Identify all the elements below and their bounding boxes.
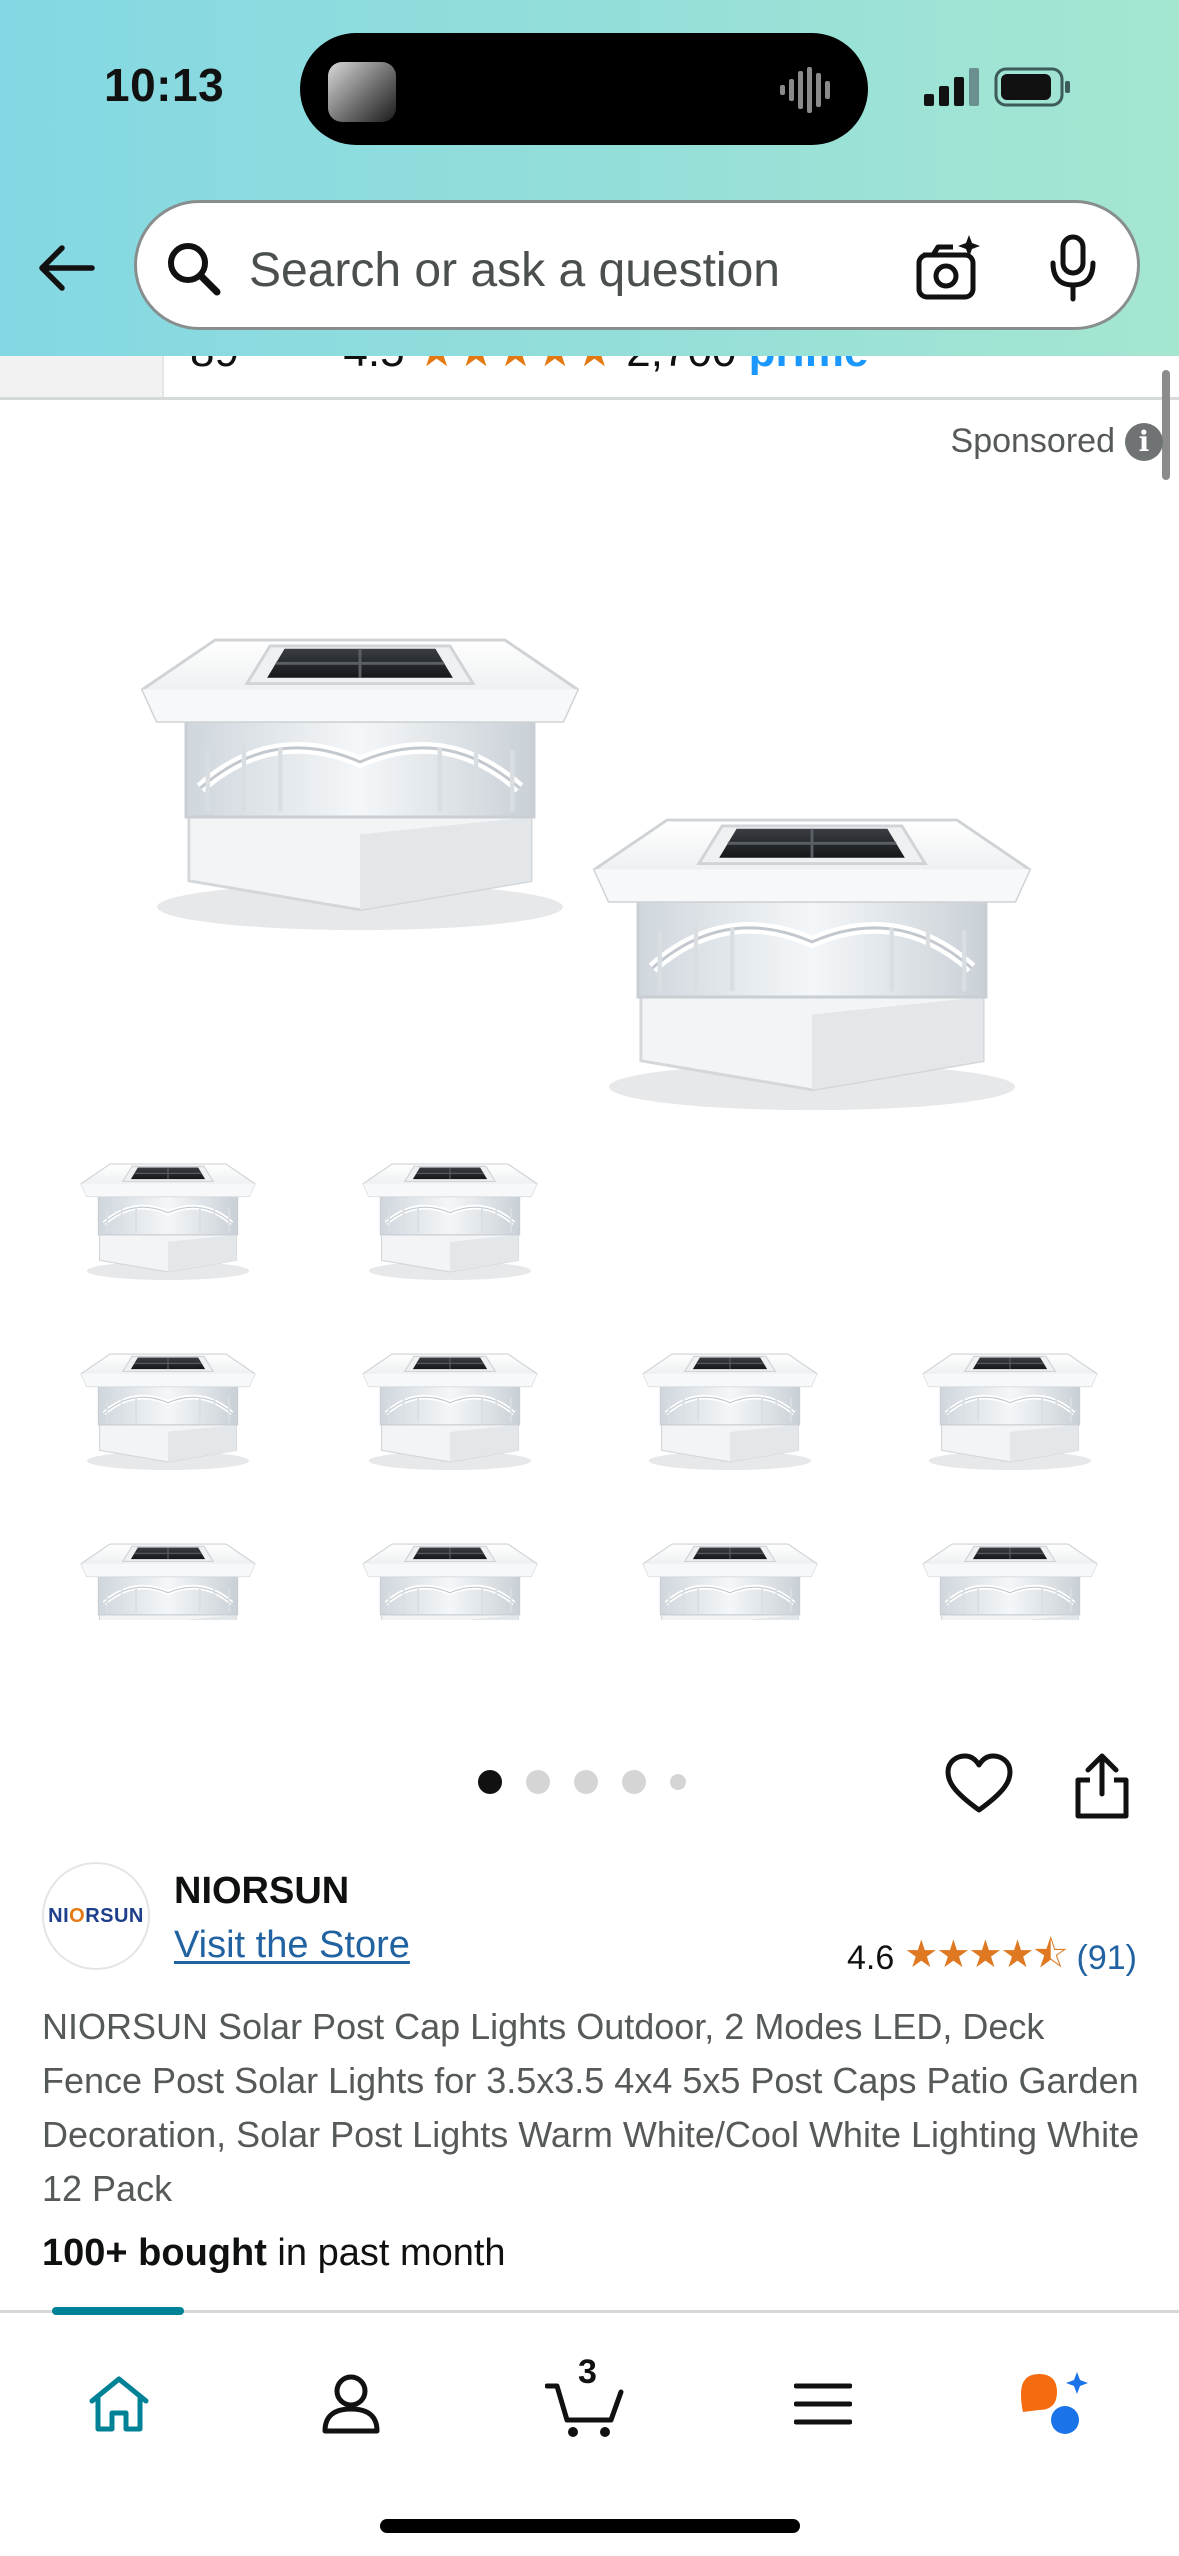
bought-count: 100+ bought (42, 2232, 267, 2274)
camera-lens-icon[interactable] (913, 233, 983, 303)
previous-result-reviews: 2,700 (626, 356, 736, 376)
brand-name: NIORSUN (174, 1870, 350, 1912)
microphone-icon[interactable] (1043, 233, 1103, 303)
tab-account[interactable] (306, 2359, 396, 2449)
app-header: 10:13 Search or ask a question (0, 0, 1179, 356)
cart-count: 3 (578, 2353, 597, 2391)
tab-rufus[interactable] (1010, 2359, 1100, 2449)
search-bar[interactable]: Search or ask a question (134, 200, 1140, 330)
previous-result-price: 89 (190, 356, 239, 376)
back-button[interactable] (30, 232, 102, 304)
info-icon[interactable]: i (1125, 422, 1163, 461)
user-icon (322, 2374, 380, 2434)
tab-menu[interactable] (778, 2359, 868, 2449)
rating-summary[interactable]: 4.6 ★★★★⯪ (91) (847, 1926, 1137, 1991)
back-arrow-icon (39, 245, 95, 291)
audio-waveform-icon (780, 67, 830, 113)
tab-cart[interactable]: 3 (542, 2353, 632, 2449)
now-playing-thumbnail (328, 62, 396, 122)
amazon-product-page: 10:13 Search or ask a question Sponsored… (0, 0, 1179, 2556)
previous-result-thumbnail (0, 356, 164, 397)
carousel-dot-4[interactable] (622, 1770, 646, 1794)
brand-logo[interactable]: NI O RSUN (42, 1862, 150, 1970)
hamburger-menu-icon (794, 2383, 852, 2425)
active-tab-indicator (52, 2307, 184, 2315)
status-time: 10:13 (104, 59, 225, 111)
brand-logo-o: O (69, 1904, 86, 1927)
rating-stars: ★★★★⯪ (904, 1934, 1068, 1976)
home-indicator[interactable] (380, 2519, 800, 2533)
carousel-dot-1[interactable] (478, 1770, 502, 1794)
search-input[interactable]: Search or ask a question (249, 243, 780, 298)
prime-badge: prime (749, 356, 869, 376)
share-icon[interactable] (1070, 1750, 1134, 1820)
visit-store-link[interactable]: Visit the Store (174, 1924, 410, 1967)
heart-icon[interactable] (944, 1752, 1014, 1816)
previous-result-rating: 4.5 (343, 356, 404, 376)
rating-count-link[interactable]: (91) (1077, 1939, 1137, 1978)
rufus-assistant-icon (1021, 2372, 1088, 2434)
previous-result-row[interactable]: 89 4.5 ★★★★★ 2,700 prime (0, 356, 1179, 400)
bottom-tab-bar: 3 (0, 2307, 1179, 2556)
bought-in-past-month: 100+ bought in past month (42, 2232, 506, 2275)
sponsored-text: Sponsored (950, 422, 1115, 460)
carousel-dot-3[interactable] (574, 1770, 598, 1794)
carousel-dot-2[interactable] (526, 1770, 550, 1794)
home-icon (89, 2376, 149, 2432)
brand-logo-suffix: RSUN (85, 1904, 144, 1927)
brand-logo-prefix: NI (48, 1904, 70, 1927)
tab-home[interactable] (74, 2359, 164, 2449)
carousel-dot-5[interactable] (670, 1774, 686, 1790)
battery-icon (994, 67, 1070, 107)
dynamic-island[interactable] (300, 33, 868, 145)
cellular-signal-icon (924, 68, 979, 106)
search-icon (168, 243, 221, 296)
product-title[interactable]: NIORSUN Solar Post Cap Lights Outdoor, 2… (42, 2000, 1152, 2216)
bought-period: in past month (266, 2232, 506, 2274)
sponsored-label[interactable]: Sponsored i (951, 422, 1163, 461)
rating-value: 4.6 (847, 1939, 895, 1977)
previous-result-stars: ★★★★★ (417, 356, 614, 376)
image-carousel-dots[interactable] (478, 1770, 686, 1794)
product-image[interactable] (0, 520, 1179, 1620)
previous-result-meta: 89 4.5 ★★★★★ 2,700 prime (190, 356, 868, 377)
scroll-indicator (1162, 370, 1170, 480)
